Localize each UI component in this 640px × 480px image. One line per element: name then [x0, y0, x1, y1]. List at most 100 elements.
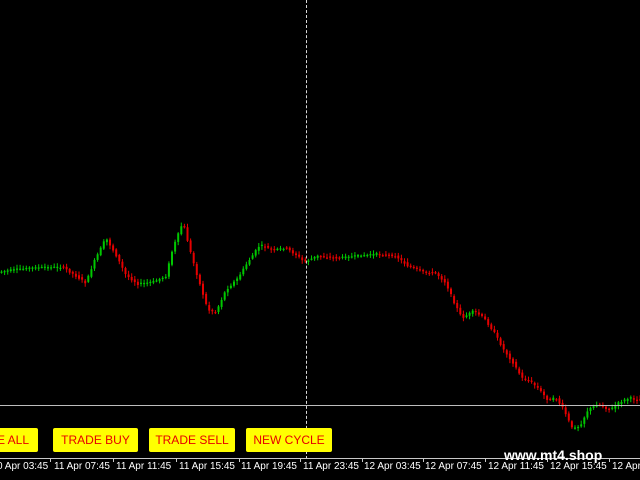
trade-buy-button[interactable]: TRADE BUY [53, 428, 138, 452]
candlestick [477, 309, 480, 317]
trade-sell-button[interactable]: TRADE SELL [149, 428, 235, 452]
candle-body [527, 380, 530, 382]
candlestick [574, 425, 576, 430]
candle-body [59, 267, 62, 269]
candle-body [186, 227, 189, 241]
candle-body [53, 266, 56, 268]
candlestick [189, 238, 192, 254]
candlestick [245, 261, 248, 271]
candle-body [440, 276, 443, 280]
candle-body [363, 255, 366, 257]
candle-body [233, 281, 235, 286]
candle-body [102, 241, 105, 249]
candle-body [245, 264, 248, 269]
candle-body [347, 256, 350, 258]
candlestick [136, 278, 139, 289]
candle-body [431, 272, 434, 274]
candle-body [177, 233, 180, 242]
candle-body [183, 225, 186, 228]
candle-body [518, 368, 521, 374]
candlestick [487, 317, 490, 328]
candle-body [450, 288, 452, 295]
candlestick [366, 253, 369, 258]
candlestick [329, 252, 332, 261]
candlestick [431, 268, 434, 276]
time-axis-label: 11 Apr 15:45 [179, 461, 235, 472]
candle-body [434, 272, 437, 274]
candlestick [214, 310, 217, 315]
candlestick [90, 265, 93, 279]
candle-body [490, 324, 493, 330]
candle-body [282, 248, 285, 251]
candlestick [357, 253, 359, 259]
candle-body [84, 280, 87, 284]
candlestick [344, 253, 347, 260]
candlestick [155, 278, 158, 283]
candlestick [552, 395, 555, 402]
candle-body [496, 332, 499, 338]
candle-body [350, 256, 353, 258]
candlestick [149, 279, 152, 287]
candlestick [202, 280, 204, 299]
candlestick [440, 274, 443, 283]
candle-body [19, 268, 22, 270]
candle-body [174, 241, 177, 252]
candle-body [310, 258, 313, 260]
candlestick [456, 299, 459, 312]
candlestick [248, 257, 251, 266]
candlestick [326, 253, 328, 260]
candle-body [254, 250, 257, 256]
candle-body [406, 262, 409, 267]
candlestick [34, 264, 37, 271]
candlestick [450, 287, 452, 298]
candlestick [437, 271, 440, 280]
new-cycle-button[interactable]: NEW CYCLE [246, 428, 332, 452]
horizontal-price-line[interactable] [0, 405, 640, 406]
candle-body [9, 269, 12, 272]
candle-body [192, 252, 195, 264]
candlestick [580, 420, 583, 428]
candlestick [589, 406, 592, 415]
candle-body [236, 278, 239, 282]
candle-body [43, 266, 46, 268]
candle-body [71, 271, 74, 274]
candle-body [360, 255, 363, 257]
candlestick [335, 254, 338, 262]
candle-body [171, 251, 173, 265]
candle-body [580, 424, 583, 427]
candlestick [347, 254, 350, 261]
candlestick [527, 376, 530, 383]
price-chart-window[interactable]: E ALL TRADE BUY TRADE SELL NEW CYCLE 0 A… [0, 0, 640, 480]
candlestick [555, 397, 558, 402]
candle-body [471, 310, 474, 314]
candlestick [223, 291, 226, 302]
candlestick [375, 251, 378, 257]
candlestick [254, 248, 257, 258]
candle-body [40, 266, 43, 269]
candlestick [288, 246, 291, 253]
candle-body [276, 248, 279, 250]
candle-body [468, 312, 471, 316]
candle-body [257, 246, 260, 251]
candlestick [465, 312, 468, 319]
candle-body [462, 314, 465, 318]
candlestick [518, 366, 521, 375]
candlestick-series [0, 222, 640, 432]
candlestick [623, 397, 626, 404]
candlestick [608, 407, 611, 413]
candle-body [16, 268, 18, 270]
candle-body [344, 256, 347, 259]
candle-body [493, 329, 496, 333]
candle-body [12, 269, 15, 271]
time-axis-label: 12 Apr 07:45 [425, 461, 482, 472]
candle-body [0, 271, 3, 273]
candlestick [298, 251, 301, 259]
candle-body [481, 314, 483, 316]
candle-body [260, 244, 263, 246]
candlestick [198, 273, 201, 286]
candle-body [443, 278, 446, 283]
candle-body [127, 274, 130, 278]
close-all-button[interactable]: E ALL [0, 428, 38, 452]
candle-body [459, 307, 462, 315]
candle-body [384, 254, 387, 256]
